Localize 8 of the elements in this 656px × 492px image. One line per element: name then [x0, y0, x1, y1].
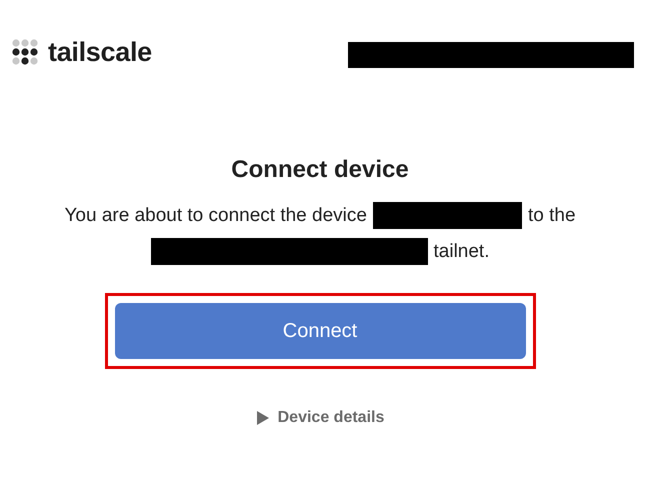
message-text: tailnet.	[434, 240, 490, 262]
logo-icon	[12, 39, 38, 65]
logo-text: tailscale	[48, 36, 152, 68]
connect-button[interactable]: Connect	[114, 303, 526, 359]
page-title: Connect device	[231, 156, 409, 184]
message-text: to the	[528, 204, 576, 226]
message-text: You are about to connect the device	[64, 204, 367, 226]
device-details-toggle[interactable]: Device details	[256, 409, 384, 427]
